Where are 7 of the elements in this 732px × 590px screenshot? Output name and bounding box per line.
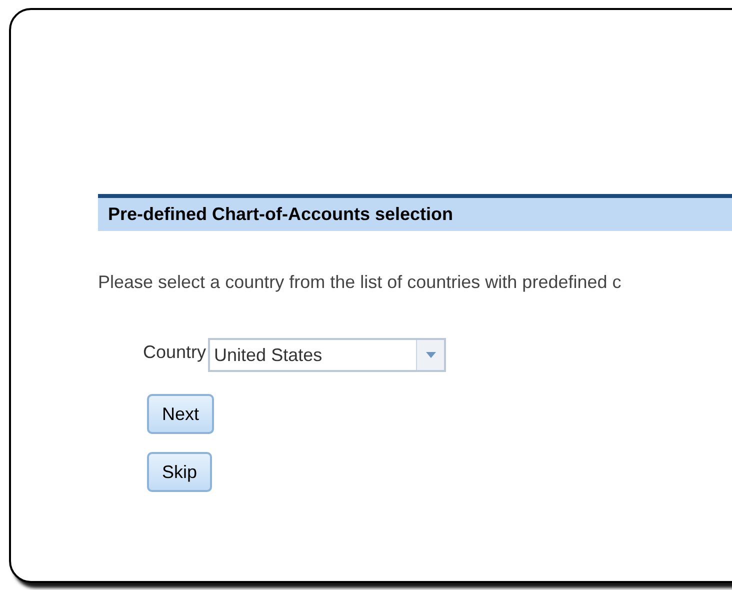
instruction-text: Please select a country from the list of countries with predefined c <box>98 271 622 294</box>
action-button[interactable]: Next <box>147 394 214 434</box>
section-title: Pre-defined Chart-of-Accounts selection <box>108 203 454 226</box>
country-dropdown[interactable]: United States <box>208 338 446 372</box>
action-button[interactable]: Skip <box>147 452 212 492</box>
country-label: Country <box>143 341 206 364</box>
caret-icon <box>426 352 436 358</box>
